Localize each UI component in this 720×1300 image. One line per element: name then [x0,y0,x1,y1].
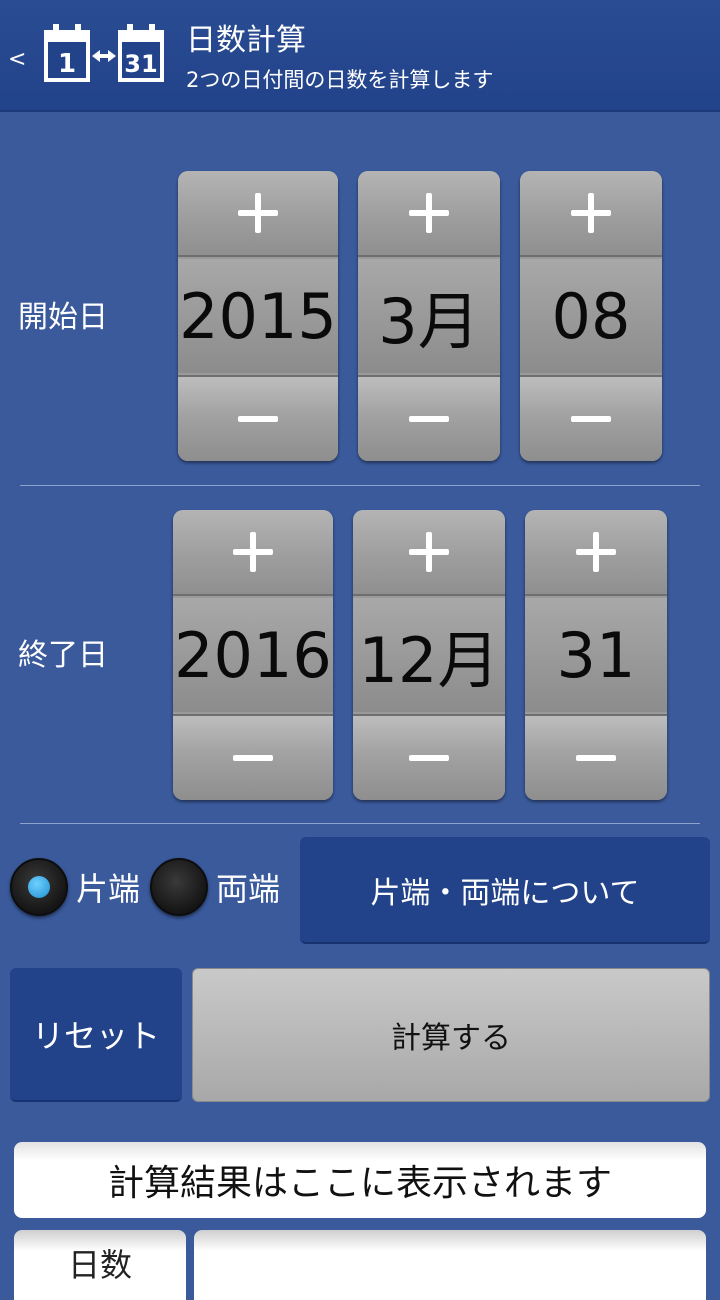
end-date-label: 終了日 [18,638,108,673]
end-day-picker: 31 [525,510,667,800]
divider [20,485,700,486]
start-year-increment-button[interactable] [178,171,338,257]
both-sides-radio[interactable] [150,858,208,916]
logo-end-day: 31 [124,50,157,78]
start-date-label: 開始日 [18,300,108,335]
end-month-decrement-button[interactable] [353,714,505,800]
minus-icon [576,755,616,761]
end-month-value: 12月 [353,598,505,712]
plus-icon [233,532,273,572]
app-title: 日数計算 [186,23,306,58]
plus-icon [571,193,611,233]
minus-icon [238,416,278,422]
end-year-picker: 2016 [173,510,333,800]
start-month-increment-button[interactable] [358,171,500,257]
end-month-increment-button[interactable] [353,510,505,596]
start-day-decrement-button[interactable] [520,375,662,461]
plus-icon [238,193,278,233]
end-day-increment-button[interactable] [525,510,667,596]
reset-button[interactable]: リセット [10,968,182,1102]
calculate-button[interactable]: 計算する [192,968,710,1102]
end-year-decrement-button[interactable] [173,714,333,800]
start-day-increment-button[interactable] [520,171,662,257]
plus-icon [409,532,449,572]
end-day-decrement-button[interactable] [525,714,667,800]
both-sides-label[interactable]: 両端 [216,868,280,910]
app-subtitle: 2つの日付間の日数を計算します [186,68,494,92]
about-inclusion-button[interactable]: 片端・両端について [300,837,710,944]
days-label: 日数 [14,1230,186,1300]
minus-icon [571,416,611,422]
start-year-value: 2015 [178,259,338,373]
back-button[interactable]: < [8,40,32,80]
result-display: 計算結果はここに表示されます [14,1142,706,1218]
end-year-increment-button[interactable] [173,510,333,596]
start-day-picker: 08 [520,171,662,461]
start-month-value: 3月 [358,259,500,373]
calendar-range-icon: 1 31 [44,24,164,82]
start-year-picker: 2015 [178,171,338,461]
days-value [194,1230,706,1300]
start-month-decrement-button[interactable] [358,375,500,461]
logo-start-day: 1 [58,49,76,79]
minus-icon [409,416,449,422]
one-side-label[interactable]: 片端 [76,868,140,910]
divider [20,823,700,824]
one-side-radio[interactable] [10,858,68,916]
radio-selected-indicator [28,876,50,898]
end-year-value: 2016 [173,598,333,712]
start-year-decrement-button[interactable] [178,375,338,461]
start-month-picker: 3月 [358,171,500,461]
plus-icon [409,193,449,233]
minus-icon [409,755,449,761]
minus-icon [233,755,273,761]
action-bar: < 1 31 日数計算 2つの日付間の日数を計算します [0,0,720,112]
end-month-picker: 12月 [353,510,505,800]
plus-icon [576,532,616,572]
end-day-value: 31 [525,598,667,712]
start-day-value: 08 [520,259,662,373]
